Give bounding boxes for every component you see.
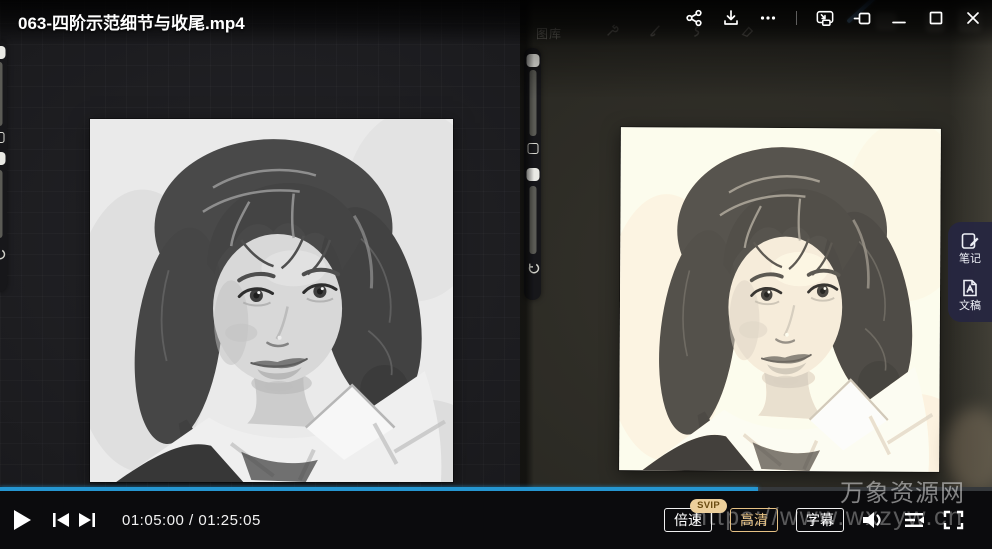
close-button[interactable] <box>964 9 982 27</box>
portrait-painting <box>619 127 941 472</box>
video-title: 063-四阶示范细节与收尾.mp4 <box>18 14 245 33</box>
previous-icon <box>53 513 69 527</box>
minimize-button[interactable] <box>890 9 908 27</box>
time-separator: / <box>184 511 199 529</box>
modify-button <box>527 143 538 154</box>
procreate-sidebar <box>524 48 541 300</box>
next-icon <box>79 513 95 527</box>
modify-button <box>0 132 5 143</box>
document-a-icon <box>963 279 977 297</box>
volume-icon <box>863 512 881 528</box>
brush-size-slider-handle <box>0 46 6 59</box>
video-right-photo: 图库 <box>520 0 992 549</box>
minimize-icon <box>892 21 906 24</box>
quality-button[interactable]: 高清 <box>730 508 778 532</box>
picture-in-picture-icon <box>816 10 834 26</box>
share-button[interactable] <box>685 9 703 27</box>
subtitles-button[interactable]: 字幕 <box>796 508 844 532</box>
controls-left: 01:05:00 / 01:25:05 <box>13 491 261 549</box>
opacity-slider-handle <box>0 152 6 165</box>
toolbar-divider <box>796 11 797 25</box>
download-icon <box>724 10 738 25</box>
mini-window-button[interactable] <box>853 9 871 27</box>
opacity-slider-track <box>529 186 536 254</box>
mini-window-icon <box>853 12 871 25</box>
notes-label: 笔记 <box>959 253 981 265</box>
note-edit-icon <box>961 233 979 249</box>
docs-button[interactable]: 文稿 <box>959 278 981 312</box>
speed-label: 倍速 <box>674 512 702 528</box>
undo-icon <box>528 263 539 274</box>
previous-button[interactable] <box>52 512 70 528</box>
pip-button[interactable] <box>816 9 834 27</box>
brush-size-slider-track <box>0 62 3 126</box>
fullscreen-icon <box>943 510 964 530</box>
opacity-slider-track <box>0 170 3 238</box>
top-icon-row <box>685 9 982 27</box>
volume-button[interactable] <box>862 510 886 530</box>
maximize-button[interactable] <box>927 9 945 27</box>
floating-side-panel: 笔记 文稿 <box>948 222 992 322</box>
watermark-site-name: 万象资源网 <box>840 480 965 507</box>
painting-canvas-right <box>619 127 941 472</box>
player-top-bar: 063-四阶示范细节与收尾.mp4 <box>0 0 992 46</box>
playback-speed-button[interactable]: 倍速 SVIP <box>664 499 727 532</box>
current-time: 01:05:00 <box>122 511 185 529</box>
playlist-button[interactable] <box>904 511 925 529</box>
more-button[interactable] <box>759 9 777 27</box>
docs-label: 文稿 <box>959 300 981 312</box>
brush-size-slider-track <box>529 70 536 136</box>
portrait-painting <box>90 119 453 482</box>
quality-label: 高清 <box>740 512 768 528</box>
maximize-icon <box>929 11 943 25</box>
play-icon <box>14 510 31 530</box>
close-icon <box>967 12 979 24</box>
time-display: 01:05:00 / 01:25:05 <box>122 512 261 529</box>
undo-icon <box>0 249 6 260</box>
notes-button[interactable]: 笔记 <box>959 231 981 265</box>
video-left-screencast <box>0 0 520 549</box>
svip-badge: SVIP <box>690 499 727 513</box>
brush-size-slider-handle <box>526 54 539 67</box>
playlist-icon <box>905 513 924 527</box>
download-button[interactable] <box>722 9 740 27</box>
share-icon <box>686 9 702 27</box>
fullscreen-button[interactable] <box>943 510 964 530</box>
painting-canvas-left <box>90 119 453 482</box>
opacity-slider-handle <box>526 168 539 181</box>
total-time: 01:25:05 <box>198 511 261 529</box>
procreate-sidebar-left <box>0 40 7 292</box>
subtitles-label: 字幕 <box>806 512 834 528</box>
ellipsis-icon <box>760 16 776 20</box>
play-button[interactable] <box>13 509 32 531</box>
video-player-window: 图库 笔 <box>0 0 992 549</box>
next-button[interactable] <box>78 512 96 528</box>
